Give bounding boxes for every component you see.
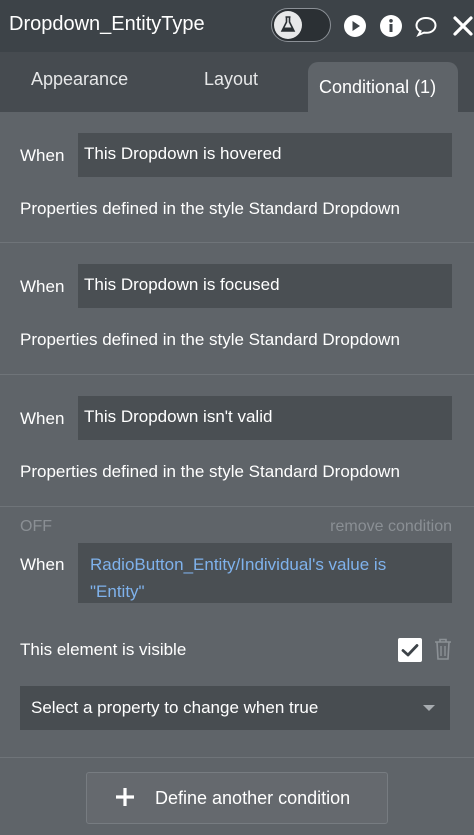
condition-divider	[0, 757, 474, 758]
property-select[interactable]: Select a property to change when true	[20, 686, 450, 730]
expression-line-1: RadioButton_Entity/Individual's value is	[90, 555, 387, 574]
tab-conditional-label: Conditional (1)	[319, 77, 437, 97]
condition-expression-focused[interactable]: This Dropdown is focused	[78, 264, 452, 308]
inspector-toggle[interactable]	[271, 8, 331, 42]
when-label: When	[20, 409, 65, 428]
define-condition-button[interactable]: Define another condition	[86, 772, 388, 824]
style-properties-text: Properties defined in the style Standard…	[20, 199, 400, 218]
plus-icon	[116, 788, 134, 806]
when-label: When	[20, 555, 65, 574]
property-visible-label: This element is visible	[20, 640, 187, 659]
play-icon[interactable]	[343, 14, 367, 38]
close-icon[interactable]	[451, 14, 474, 38]
trash-icon[interactable]	[433, 637, 453, 661]
tab-layout[interactable]: Layout	[204, 69, 258, 90]
remove-condition-link[interactable]: remove condition	[330, 518, 452, 536]
when-label: When	[20, 146, 65, 165]
define-condition-label: Define another condition	[155, 788, 351, 808]
condition-expression-hovered[interactable]: This Dropdown is hovered	[78, 133, 452, 177]
condition-divider	[0, 242, 474, 243]
condition-status[interactable]: OFF	[20, 518, 52, 536]
chevron-down-icon	[423, 705, 435, 711]
condition-divider	[0, 374, 474, 375]
when-label: When	[20, 277, 65, 296]
tab-appearance[interactable]: Appearance	[31, 69, 128, 90]
comment-icon[interactable]	[414, 14, 438, 38]
style-properties-text: Properties defined in the style Standard…	[20, 462, 400, 481]
visible-checkbox[interactable]	[398, 638, 422, 662]
tab-conditional[interactable]: Conditional (1)	[308, 62, 458, 114]
flask-icon	[280, 16, 296, 32]
condition-divider	[0, 506, 474, 507]
element-title[interactable]: Dropdown_EntityType	[9, 13, 205, 36]
property-select-placeholder: Select a property to change when true	[31, 698, 319, 717]
toggle-knob	[274, 11, 302, 39]
info-icon[interactable]	[379, 14, 403, 38]
condition-expression-radio[interactable]: RadioButton_Entity/Individual's value is…	[78, 543, 452, 603]
title-bar: Dropdown_EntityType	[0, 0, 474, 52]
style-properties-text: Properties defined in the style Standard…	[20, 330, 400, 349]
condition-expression-invalid[interactable]: This Dropdown isn't valid	[78, 396, 452, 440]
expression-line-2: "Entity"	[90, 582, 145, 601]
checkmark-icon	[401, 644, 419, 657]
